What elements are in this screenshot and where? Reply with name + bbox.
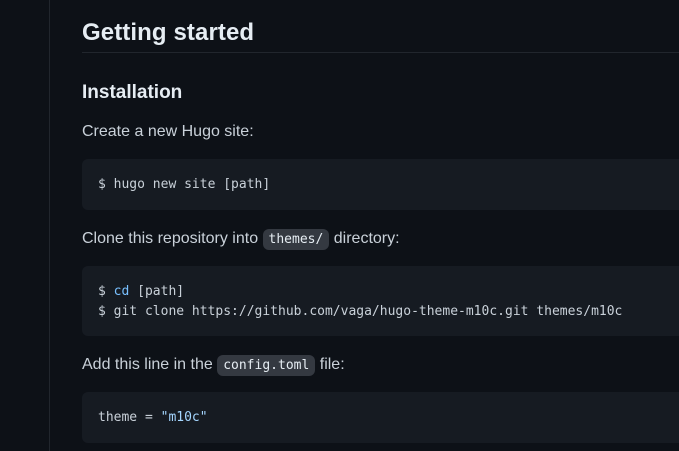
page: Getting started Installation Create a ne… bbox=[0, 0, 679, 451]
code-line-1: $ cd [path] bbox=[98, 284, 184, 299]
code-line-2: $ git clone https://github.com/vaga/hugo… bbox=[98, 303, 623, 319]
code-block-clone[interactable]: $ cd [path] $ git clone https://github.c… bbox=[82, 266, 679, 336]
cd-args: [path] bbox=[129, 284, 185, 299]
step2-text: Clone this repository into themes/ direc… bbox=[82, 227, 400, 252]
step2-text-before: Clone this repository into bbox=[82, 230, 263, 247]
code-block-theme[interactable]: theme = "m10c" bbox=[82, 392, 679, 443]
code-block-new-site[interactable]: $ hugo new site [path] bbox=[82, 159, 679, 210]
prompt: $ bbox=[98, 284, 114, 299]
inline-code-themes: themes/ bbox=[262, 229, 330, 250]
sidebar-divider bbox=[49, 0, 50, 451]
page-title: Getting started bbox=[82, 19, 255, 46]
cd-keyword: cd bbox=[113, 284, 130, 299]
step3-text-after: file: bbox=[315, 356, 345, 373]
code-line: $ hugo new site [path] bbox=[98, 177, 271, 192]
step3-text: Add this line in the config.toml file: bbox=[82, 353, 345, 378]
step3-text-before: Add this line in the bbox=[82, 356, 218, 373]
section-heading-installation: Installation bbox=[82, 82, 183, 103]
heading-divider bbox=[82, 52, 679, 53]
step1-text: Create a new Hugo site: bbox=[82, 123, 254, 140]
code-string: "m10c" bbox=[160, 410, 208, 425]
step2-text-after: directory: bbox=[329, 230, 400, 247]
code-key: theme = bbox=[98, 410, 161, 425]
inline-code-config: config.toml bbox=[217, 355, 316, 376]
